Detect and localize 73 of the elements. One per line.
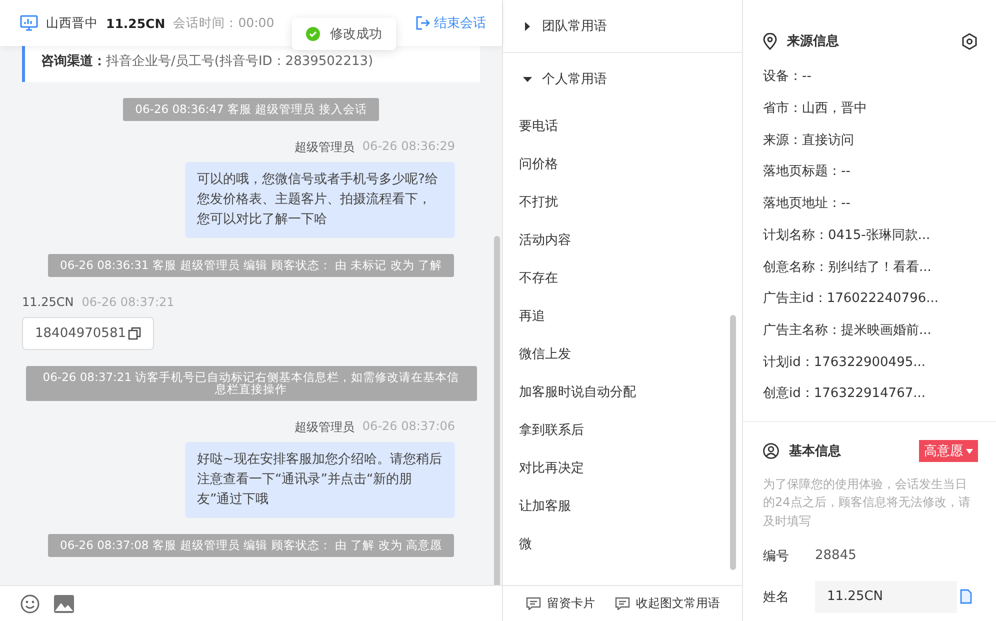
section-title: 基本信息 <box>789 443 842 460</box>
phone-number: 18404970581 <box>35 326 126 341</box>
info-row-text: 落地页标题：-- <box>763 163 852 182</box>
channel-label: 咨询渠道： <box>41 54 106 69</box>
system-message: 06-26 08:37:08 客服 超级管理员 编辑 顾客状态： 由 了解 改为 高意愿 <box>48 534 454 558</box>
caret-icon <box>966 448 973 454</box>
monitor-icon <box>20 15 38 31</box>
exit-icon <box>416 16 430 30</box>
sender-name: 超级管理员 <box>294 138 354 156</box>
notice-text: 为了保障您的使用体验，会话发生当日的24点之后，顾客信息将无法修改，请及时填写 <box>763 476 972 530</box>
message-time: 06-26 08:36:29 <box>362 138 455 155</box>
image-icon[interactable] <box>54 594 74 612</box>
info-row-text: 来源：直接访问 <box>763 132 855 150</box>
check-circle-icon <box>306 27 320 41</box>
footer-button[interactable]: 留资卡片 <box>526 595 595 612</box>
phrase-item[interactable]: 要电话 <box>503 107 742 145</box>
system-message: 06-26 08:37:21 访客手机号已自动标记右侧基本信息栏，如需修改请在基本信息栏直接操作 <box>26 366 476 401</box>
group-title: 个人常用语 <box>542 71 607 88</box>
document-icon[interactable] <box>960 589 972 604</box>
message-time: 06-26 08:37:21 <box>82 294 174 309</box>
phrase-item[interactable]: 再追 <box>503 297 742 335</box>
system-message: 06-26 08:36:31 客服 超级管理员 编辑 顾客状态： 由 未标记 改为 了解 <box>48 254 454 277</box>
settings-icon[interactable] <box>961 32 978 50</box>
info-row-text: 设备：-- <box>763 68 812 86</box>
phrase-item[interactable]: 活动内容 <box>503 221 742 259</box>
scrollbar[interactable] <box>730 315 736 570</box>
info-row-text: 广告主名称：提米映画婚前... <box>763 322 932 340</box>
info-row-text: 广告主id：176022240796... <box>763 290 940 308</box>
system-message: 06-26 08:36:47 客服 超级管理员 接入会话 <box>123 98 379 121</box>
info-row-text: 创意id：176322914767... <box>763 385 927 404</box>
phrase-group[interactable]: 个人常用语 <box>503 53 742 105</box>
message-icon <box>615 597 630 610</box>
name-field[interactable]: 11.25CN <box>815 580 957 613</box>
agent-message: 好哒~现在安排客服加您介绍哈。请您稍后注意查看一下“通讯录”并点击“新的朋友”通过下哦 <box>185 442 455 518</box>
phrase-item[interactable]: 问价格 <box>503 145 742 183</box>
phrase-item[interactable]: 让加客服 <box>503 487 742 525</box>
info-row-text: 落地页地址：-- <box>763 195 852 214</box>
group-title: 团队常用语 <box>542 18 607 35</box>
user-icon <box>763 443 779 460</box>
info-row-text: 省市：山西，晋中 <box>763 100 868 118</box>
scrollbar[interactable] <box>494 236 500 585</box>
info-row-text: 计划id：176322900495... <box>763 354 927 372</box>
phrase-group[interactable]: 团队常用语 <box>503 0 742 53</box>
info-row-text: 计划名称：0415-张琳同款... <box>763 226 932 245</box>
phrase-item[interactable]: 微信上发 <box>503 335 742 373</box>
copy-icon[interactable] <box>128 326 141 340</box>
location-pin-icon <box>763 32 777 50</box>
agent-message: 可以的哦，您微信号或者手机号多少呢?给您发价格表、主题客片、拍摄流程看下，您可以对比了解一下哈 <box>185 162 455 238</box>
phrase-item[interactable]: 不打扰 <box>503 183 742 221</box>
caret-icon <box>523 22 532 30</box>
phrase-item[interactable]: 对比再决定 <box>503 449 742 487</box>
channel-value: 抖音企业号/员工号(抖音号ID：2839502213) <box>106 54 374 69</box>
phrase-item[interactable]: 加客服时说自动分配 <box>503 373 742 411</box>
field-label: 姓名 <box>763 588 790 606</box>
location-text: 山西晋中 <box>46 14 98 32</box>
sender-name: 超级管理员 <box>294 418 354 436</box>
message-time: 06-26 08:37:06 <box>362 418 455 435</box>
phrase-item[interactable]: 不存在 <box>503 259 742 297</box>
footer-button[interactable]: 收起图文常用语 <box>615 595 720 612</box>
toast-text: 修改成功 <box>330 26 382 43</box>
customer-name: 11.25CN <box>106 16 166 30</box>
field-label: 编号 <box>763 548 790 565</box>
intent-dropdown[interactable]: 高意愿 <box>919 440 978 462</box>
field-value: 28845 <box>815 548 856 564</box>
caret-icon <box>523 74 532 84</box>
section-title: 来源信息 <box>787 33 840 50</box>
emoji-icon[interactable] <box>20 594 40 614</box>
message-icon <box>526 597 541 610</box>
phrase-item[interactable]: 微 <box>503 525 742 563</box>
session-time: 会话时间：00:00 <box>173 14 276 32</box>
phrase-item[interactable]: 拿到联系后 <box>503 411 742 449</box>
sender-name: 11.25CN <box>22 294 74 309</box>
info-row-text: 创意名称：别纠结了！看看... <box>763 258 932 276</box>
